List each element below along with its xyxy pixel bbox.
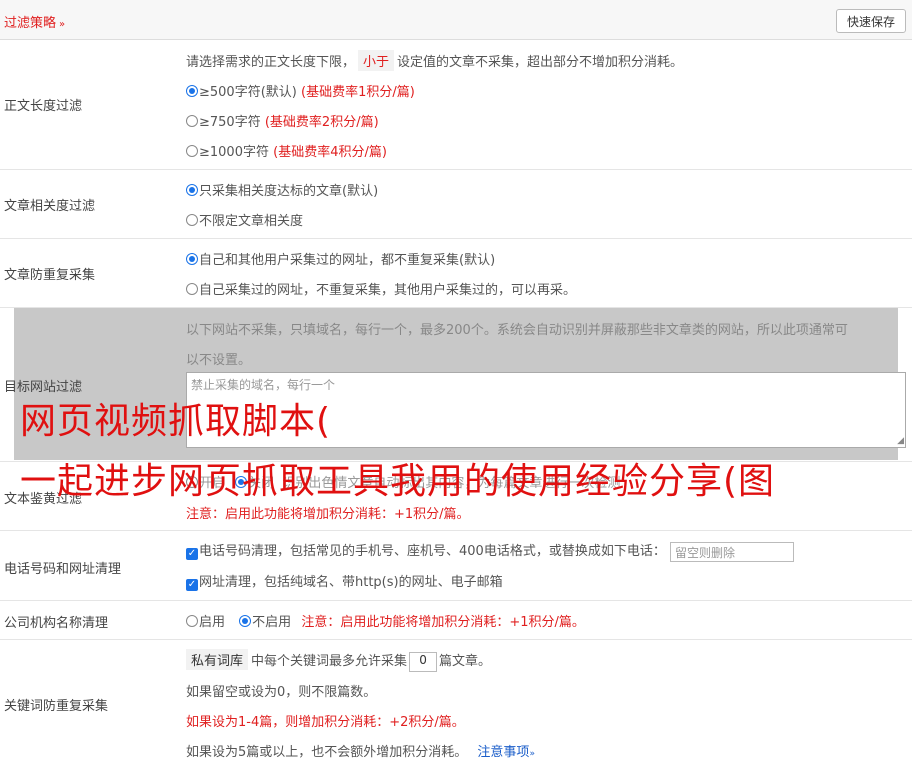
option-750-fee: (基础费率2积分/篇)	[264, 115, 379, 130]
keyword-dedupe-line4: 如果设为5篇或以上，也不会额外增加积分消耗。 注意事项»	[186, 741, 535, 760]
keyword-line4-text: 如果设为5篇或以上，也不会额外增加积分消耗。	[186, 745, 468, 760]
keyword-dedupe-line1: 私有词库 中每个关键词最多允许采集 0 篇文章。	[186, 649, 491, 672]
company-on-label: 启用	[199, 615, 226, 630]
radio-500[interactable]	[186, 85, 198, 97]
option-1000-label: ≥1000字符	[199, 145, 269, 160]
radio-company-off[interactable]	[239, 615, 252, 627]
option-500-label: ≥500字符(默认)	[199, 85, 297, 100]
quick-save-button[interactable]: 快速保存	[836, 9, 906, 33]
company-note: 注意：启用此功能将增加积分消耗：+1积分/篇。	[301, 615, 585, 630]
option-500-fee: (基础费率1积分/篇)	[301, 85, 415, 100]
keyword-dedupe-row: 关键词防重复采集 私有词库 中每个关键词最多允许采集 0 篇文章。 如果留空或设为0，…	[0, 640, 912, 768]
target-site-desc2: 以不设置。	[186, 353, 252, 368]
radio-750[interactable]	[186, 115, 198, 127]
notes-link[interactable]: 注意事项»	[477, 745, 535, 760]
radio-company-on[interactable]	[186, 615, 198, 627]
company-row: 公司机构名称清理 启用 不启用 注意：启用此功能将增加积分消耗：+1积分/篇。	[0, 601, 912, 640]
radio-relevance-unlimited[interactable]	[186, 214, 198, 226]
resize-handle-icon[interactable]: ◢	[897, 436, 904, 446]
relevance-option-1-label: 不限定文章相关度	[199, 214, 304, 229]
company-off-label: 不启用	[252, 615, 292, 630]
radio-relevance-qualified[interactable]	[186, 184, 198, 196]
phone-input-placeholder: 留空则删除	[674, 545, 735, 560]
url-clean-checkbox[interactable]: ✓	[186, 579, 198, 591]
chevron-double-down-icon: »	[529, 749, 535, 759]
max-articles-input[interactable]: 0	[409, 651, 438, 672]
porn-filter-note: 注意：启用此功能将增加积分消耗：+1积分/篇。	[186, 507, 470, 522]
company-options: 启用 不启用 注意：启用此功能将增加积分消耗：+1积分/篇。	[186, 611, 585, 630]
desc-before: 请选择需求的正文长度下限，	[186, 55, 356, 70]
dedupe-option-all[interactable]: 自己和其他用户采集过的网址，都不重复采集(默认)	[186, 249, 495, 268]
company-label: 公司机构名称清理	[4, 616, 109, 631]
length-option-500[interactable]: ≥500字符(默认) (基础费率1积分/篇)	[186, 81, 415, 100]
relevance-row: 文章相关度过滤 只采集相关度达标的文章(默认) 不限定文章相关度	[0, 170, 912, 239]
length-option-1000[interactable]: ≥1000字符 (基础费率4积分/篇)	[186, 141, 387, 160]
notes-link-text: 注意事项	[477, 745, 530, 760]
dedupe-option-1-label: 自己采集过的网址，不重复采集，其他用户采集过的，可以再采。	[199, 283, 577, 298]
content-length-desc: 请选择需求的正文长度下限， 小于 设定值的文章不采集，超出部分不增加积分消耗。	[186, 50, 683, 71]
textarea-placeholder: 禁止采集的域名，每行一个	[191, 378, 336, 392]
filter-strategy-header: 过滤策略» 快速保存	[0, 0, 912, 40]
url-clean-option[interactable]: ✓ 网址清理，包括纯域名、带http(s)的网址、电子邮箱	[186, 571, 503, 591]
keyword-dedupe-line3: 如果设为1-4篇，则增加积分消耗：+2积分/篇。	[186, 715, 465, 730]
content-length-label: 正文长度过滤	[4, 99, 83, 114]
dedupe-option-self[interactable]: 自己采集过的网址，不重复采集，其他用户采集过的，可以再采。	[186, 279, 576, 298]
keyword-dedupe-label: 关键词防重复采集	[4, 699, 109, 714]
dedupe-option-0-label: 自己和其他用户采集过的网址，都不重复采集(默认)	[199, 253, 496, 268]
dedupe-row: 文章防重复采集 自己和其他用户采集过的网址，都不重复采集(默认) 自己采集过的网…	[0, 239, 912, 308]
url-clean-text: 网址清理，包括纯域名、带http(s)的网址、电子邮箱	[199, 575, 503, 590]
target-site-desc1: 以下网站不采集，只填域名，每行一个，最多200个。系统会自动识别并屏蔽那些非文章…	[186, 323, 848, 338]
watermark-line2: 一起进步网页抓取工具我用的使用经验分享(图	[20, 461, 776, 502]
relevance-option-qualified[interactable]: 只采集相关度达标的文章(默认)	[186, 180, 378, 199]
dedupe-label: 文章防重复采集	[4, 268, 96, 283]
watermark-line1: 网页视频抓取脚本(	[20, 401, 332, 442]
chevron-double-down-icon: »	[59, 19, 66, 30]
radio-dedupe-self[interactable]	[186, 283, 198, 295]
phone-clean-option[interactable]: ✓ 电话号码清理，包括常见的手机号、座机号、400电话格式，或替换成如下电话： 留…	[186, 540, 794, 562]
phone-clean-checkbox[interactable]: ✓	[186, 548, 198, 560]
content-length-row: 正文长度过滤 请选择需求的正文长度下限， 小于 设定值的文章不采集，超出部分不增加积…	[0, 40, 912, 170]
relevance-label: 文章相关度过滤	[4, 199, 96, 214]
title-text: 过滤策略	[4, 16, 57, 31]
phone-url-row: 电话号码和网址清理 ✓ 电话号码清理，包括常见的手机号、座机号、400电话格式，或…	[0, 531, 912, 601]
keyword-text-after: 篇文章。	[439, 654, 492, 669]
filter-strategy-title[interactable]: 过滤策略»	[4, 12, 65, 31]
desc-after: 设定值的文章不采集，超出部分不增加积分消耗。	[397, 55, 684, 70]
relevance-option-0-label: 只采集相关度达标的文章(默认)	[199, 184, 379, 199]
radio-dedupe-all[interactable]	[186, 253, 198, 265]
option-750-label: ≥750字符	[199, 115, 261, 130]
keyword-dedupe-line2: 如果留空或设为0，则不限篇数。	[186, 685, 377, 700]
length-option-750[interactable]: ≥750字符 (基础费率2积分/篇)	[186, 111, 379, 130]
relevance-option-unlimited[interactable]: 不限定文章相关度	[186, 210, 303, 229]
phone-clean-text: 电话号码清理，包括常见的手机号、座机号、400电话格式，或替换成如下电话：	[199, 544, 666, 559]
less-than-tag: 小于	[358, 50, 395, 71]
phone-url-label: 电话号码和网址清理	[4, 562, 122, 577]
radio-1000[interactable]	[186, 145, 198, 157]
replacement-phone-input[interactable]: 留空则删除	[669, 541, 794, 562]
keyword-text-before: 中每个关键词最多允许采集	[251, 654, 408, 669]
option-1000-fee: (基础费率4积分/篇)	[273, 145, 387, 160]
private-lexicon-tag[interactable]: 私有词库	[186, 649, 249, 670]
